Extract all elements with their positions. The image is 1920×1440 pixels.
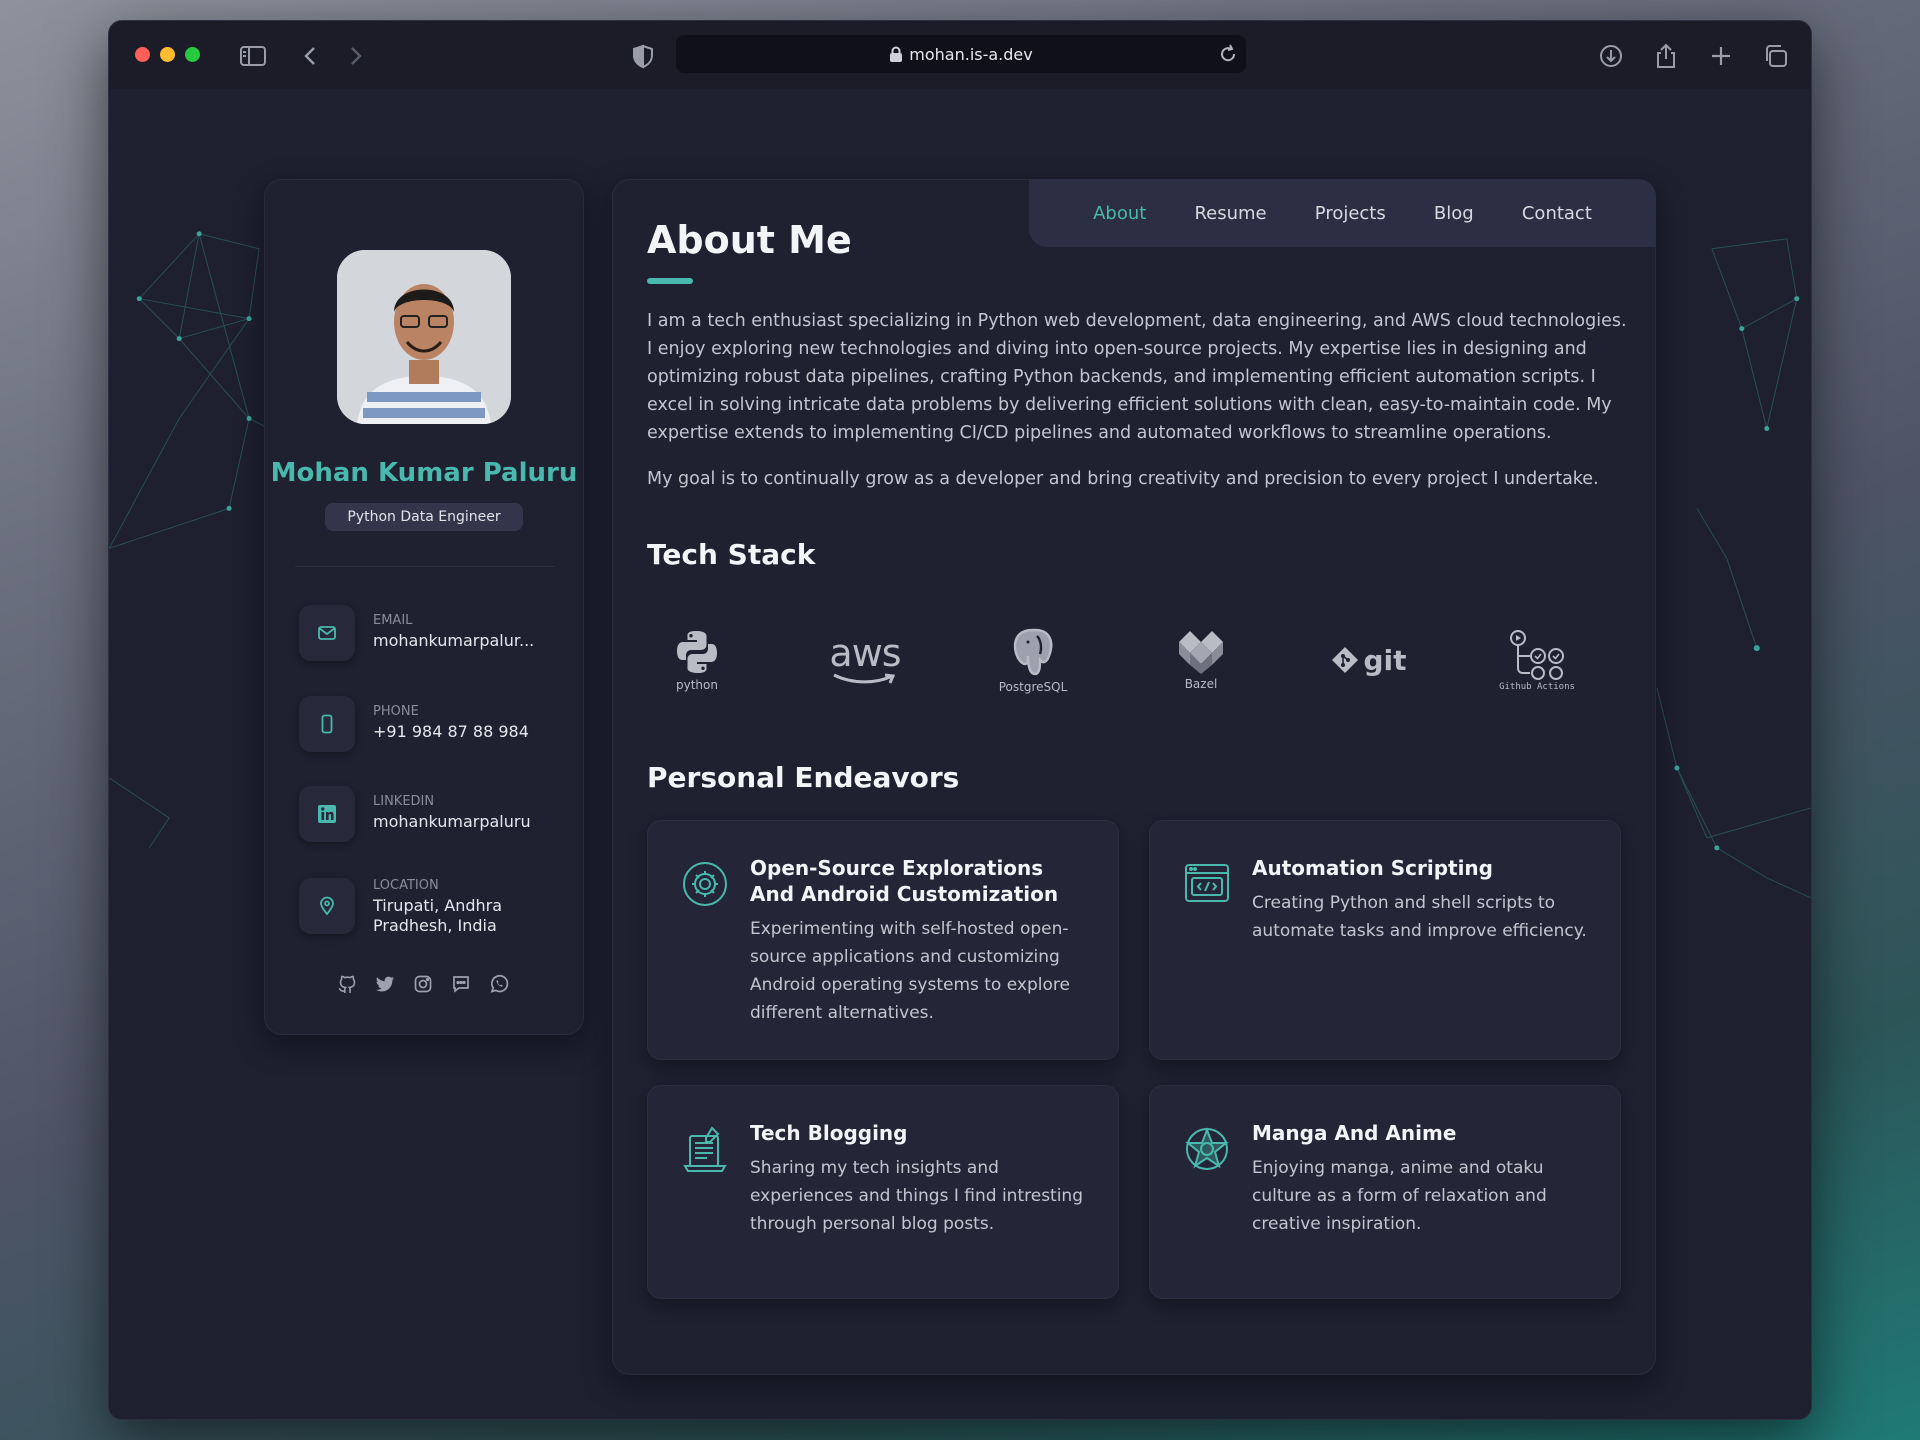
endeavor-card: Automation Scripting Creating Python and… bbox=[1149, 820, 1621, 1060]
endeavor-card: Open-Source Explorations And Android Cus… bbox=[647, 820, 1119, 1060]
minimize-window-button[interactable] bbox=[160, 47, 175, 62]
python-logo-text: python bbox=[676, 678, 718, 692]
page-content: Mohan Kumar Paluru Python Data Engineer … bbox=[109, 89, 1811, 1419]
contact-label: EMAIL bbox=[373, 613, 413, 628]
contact-label: PHONE bbox=[373, 704, 419, 719]
contact-value: Tirupati, Andhra Pradhesh, India bbox=[373, 896, 503, 935]
tech-stack-heading: Tech Stack bbox=[647, 538, 816, 571]
instagram-icon[interactable] bbox=[413, 974, 433, 994]
sidebar-toggle-icon[interactable] bbox=[239, 43, 267, 69]
contact-value[interactable]: +91 984 87 88 984 bbox=[373, 722, 563, 742]
blog-icon bbox=[682, 1126, 728, 1172]
aws-logo: aws bbox=[815, 620, 915, 700]
back-arrow-icon[interactable] bbox=[297, 43, 325, 69]
card-title: Manga And Anime bbox=[1252, 1121, 1457, 1145]
git-logo: git bbox=[1319, 620, 1419, 700]
twitter-icon[interactable] bbox=[375, 974, 395, 994]
github-icon[interactable] bbox=[337, 974, 357, 994]
mail-icon bbox=[299, 605, 355, 661]
title-underline bbox=[647, 278, 693, 284]
card-text: Enjoying manga, anime and otaku culture … bbox=[1252, 1158, 1547, 1234]
avatar bbox=[337, 250, 511, 424]
nav-projects[interactable]: Projects bbox=[1315, 203, 1386, 224]
nav-blog[interactable]: Blog bbox=[1434, 203, 1474, 224]
phone-icon bbox=[299, 696, 355, 752]
profile-name: Mohan Kumar Paluru bbox=[270, 458, 578, 488]
about-paragraph-2: My goal is to continually grow as a deve… bbox=[647, 469, 1599, 489]
card-text: Creating Python and shell scripts to aut… bbox=[1252, 893, 1587, 941]
gear-icon bbox=[682, 861, 728, 907]
contact-value[interactable]: mohankumarpaluru bbox=[373, 812, 563, 832]
nav-about[interactable]: About bbox=[1093, 203, 1146, 224]
contact-phone[interactable]: PHONE +91 984 87 88 984 bbox=[299, 696, 559, 756]
card-text: Experimenting with self-hosted open-sour… bbox=[750, 919, 1070, 1023]
profile-role-badge: Python Data Engineer bbox=[325, 503, 523, 531]
tab-overview-icon[interactable] bbox=[1762, 43, 1790, 69]
social-links bbox=[337, 974, 509, 994]
download-icon[interactable] bbox=[1597, 43, 1625, 69]
address-bar[interactable]: mohan.is-a.dev bbox=[676, 35, 1246, 73]
nav-resume[interactable]: Resume bbox=[1194, 203, 1266, 224]
contact-location: LOCATION Tirupati, Andhra Pradhesh, Indi… bbox=[299, 878, 559, 938]
endeavor-card: Manga And Anime Enjoying manga, anime an… bbox=[1149, 1085, 1621, 1299]
bazel-logo-text: Bazel bbox=[1184, 677, 1218, 691]
card-text: Sharing my tech insights and experiences… bbox=[750, 1158, 1084, 1234]
contact-label: LOCATION bbox=[373, 878, 439, 893]
about-paragraph-1: I am a tech enthusiast specializing in P… bbox=[647, 311, 1627, 443]
browser-toolbar: mohan.is-a.dev bbox=[109, 21, 1811, 89]
github-actions-logo-text: Github Actions bbox=[1499, 682, 1575, 692]
card-title: Tech Blogging bbox=[750, 1121, 908, 1145]
location-pin-icon bbox=[299, 878, 355, 934]
tech-stack-logos: python aws PostgreSQL Bazel git Github A… bbox=[647, 620, 1587, 700]
whatsapp-icon[interactable] bbox=[489, 974, 509, 994]
contact-value[interactable]: mohankumarpalur... bbox=[373, 631, 563, 651]
close-window-button[interactable] bbox=[135, 47, 150, 62]
git-logo-text: git bbox=[1363, 643, 1407, 677]
postgresql-logo-text: PostgreSQL bbox=[998, 680, 1068, 694]
contact-email[interactable]: EMAIL mohankumarpalur... bbox=[299, 605, 559, 665]
forward-arrow-icon[interactable] bbox=[341, 43, 369, 69]
nav-contact[interactable]: Contact bbox=[1522, 203, 1592, 224]
browser-window: mohan.is-a.dev Mohan Kumar Paluru Python… bbox=[108, 20, 1812, 1420]
python-logo: python bbox=[647, 620, 747, 700]
postgresql-logo: PostgreSQL bbox=[983, 620, 1083, 700]
star-emblem-icon bbox=[1184, 1126, 1230, 1172]
profile-sidebar: Mohan Kumar Paluru Python Data Engineer … bbox=[264, 179, 584, 1035]
aws-logo-text: aws bbox=[829, 631, 901, 675]
card-title: Automation Scripting bbox=[1252, 856, 1493, 880]
reload-icon[interactable] bbox=[1218, 44, 1238, 64]
lock-icon bbox=[889, 46, 903, 62]
share-icon[interactable] bbox=[1652, 43, 1680, 69]
page-title: About Me bbox=[647, 218, 852, 262]
card-title: Open-Source Explorations And Android Cus… bbox=[750, 856, 1059, 906]
sidebar-divider bbox=[295, 566, 555, 567]
main-content-panel: About Resume Projects Blog Contact About… bbox=[612, 179, 1656, 1375]
bazel-logo: Bazel bbox=[1151, 620, 1251, 700]
url-text: mohan.is-a.dev bbox=[909, 44, 1033, 64]
github-actions-logo: Github Actions bbox=[1487, 620, 1587, 700]
endeavor-card: Tech Blogging Sharing my tech insights a… bbox=[647, 1085, 1119, 1299]
linkedin-icon bbox=[299, 786, 355, 842]
window-controls bbox=[135, 47, 200, 62]
code-window-icon bbox=[1184, 861, 1230, 907]
contact-linkedin[interactable]: LINKEDIN mohankumarpaluru bbox=[299, 786, 559, 846]
main-nav: About Resume Projects Blog Contact bbox=[1029, 179, 1656, 247]
contact-label: LINKEDIN bbox=[373, 794, 435, 809]
privacy-shield-icon[interactable] bbox=[629, 43, 657, 69]
chat-icon[interactable] bbox=[451, 974, 471, 994]
new-tab-icon[interactable] bbox=[1707, 43, 1735, 69]
endeavors-heading: Personal Endeavors bbox=[647, 761, 960, 794]
maximize-window-button[interactable] bbox=[185, 47, 200, 62]
